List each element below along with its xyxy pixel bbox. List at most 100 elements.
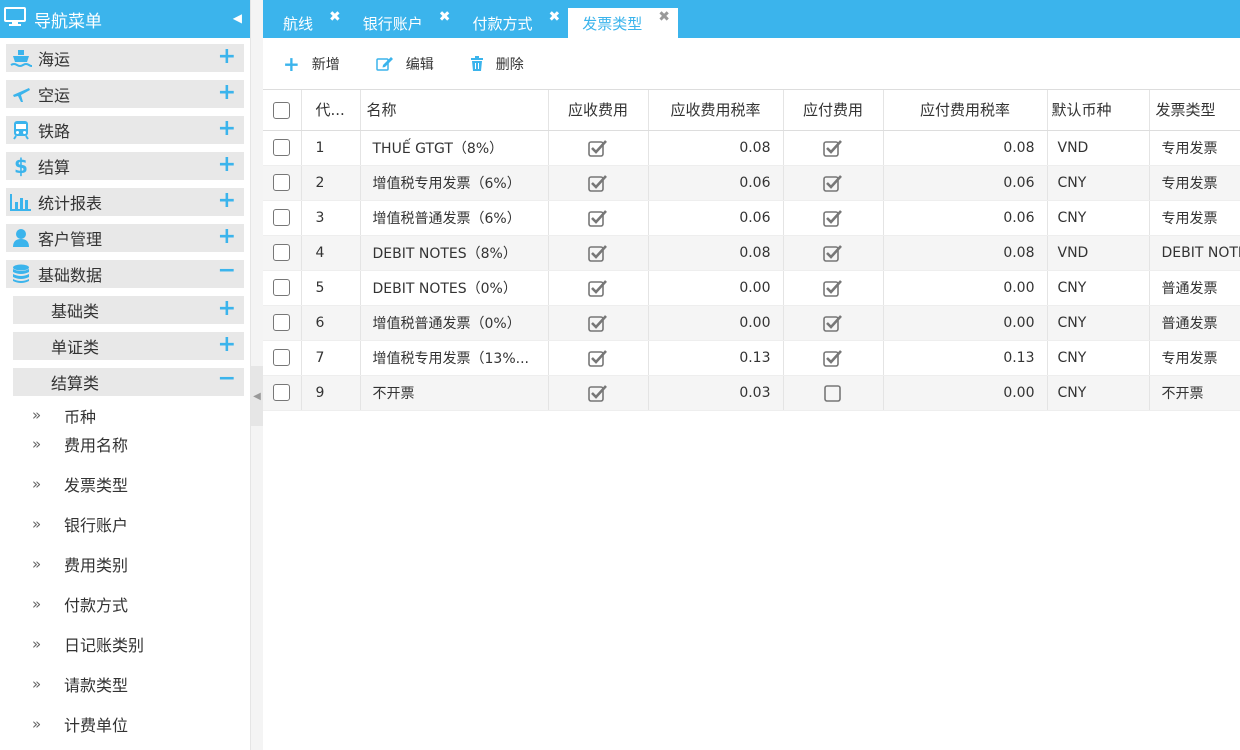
cell-name: 增值税普通发票（0%） <box>360 305 549 341</box>
submenu-item-document-class[interactable]: 单证类 + <box>13 332 244 360</box>
cell-payable-rate: 0.13 <box>883 340 1048 376</box>
expand-plus-icon[interactable]: + <box>218 118 236 140</box>
column-header-currency[interactable]: 默认币种 <box>1047 90 1150 131</box>
leaf-item[interactable]: » 请款类型 <box>6 664 244 704</box>
leaf-label: 银行账户 <box>64 516 129 535</box>
expand-plus-icon[interactable]: + <box>218 82 236 104</box>
row-checkbox[interactable] <box>273 279 291 296</box>
settlement-leaf-list: » 币种 » 费用名称 » 发票类型 » 银行账户 » 费用类别 » 付款方式 » 日记账类别… <box>6 396 244 744</box>
table-row[interactable]: 6 增值税普通发票（0%） 0.00 0.00 CNY 普通发票 <box>263 305 1240 341</box>
expand-plus-icon[interactable]: + <box>218 334 236 356</box>
row-checkbox[interactable] <box>273 174 291 191</box>
tab-routes[interactable]: 航线 ✖ <box>269 8 349 38</box>
column-header-invoice-type[interactable]: 发票类型 <box>1149 90 1240 131</box>
collapse-minus-icon[interactable]: − <box>218 368 236 390</box>
tab-invoice-types[interactable]: 发票类型 ✖ <box>568 8 678 38</box>
leaf-label: 付款方式 <box>64 596 129 615</box>
row-select-cell <box>263 340 302 376</box>
delete-button[interactable]: 删除 <box>470 54 524 74</box>
expand-plus-icon[interactable]: + <box>218 226 236 248</box>
sidebar-collapse-icon[interactable]: ◀ <box>233 11 242 25</box>
cell-payable <box>783 130 884 166</box>
tab-label: 付款方式 <box>472 14 533 33</box>
menu-item-basic-data[interactable]: 基础数据 − <box>6 260 244 288</box>
submenu-item-basic-class[interactable]: 基础类 + <box>13 296 244 324</box>
double-chevron-right-icon: » <box>32 595 42 613</box>
table-row[interactable]: 1 THUẾ GTGT（8%） 0.08 0.08 VND 专用发票 <box>263 130 1240 166</box>
cell-receivable-rate: 0.00 <box>648 305 784 341</box>
expand-plus-icon[interactable]: + <box>218 154 236 176</box>
row-select-cell <box>263 270 302 306</box>
row-checkbox[interactable] <box>273 209 291 226</box>
double-chevron-right-icon: » <box>32 475 42 493</box>
leaf-item[interactable]: » 费用名称 <box>6 424 244 464</box>
column-header-receivable-rate[interactable]: 应收费用税率 <box>648 90 784 131</box>
cell-receivable-rate: 0.06 <box>648 165 784 201</box>
double-chevron-right-icon: » <box>32 715 42 733</box>
menu-item-settlement[interactable]: $ 结算 + <box>6 152 244 180</box>
select-all-checkbox[interactable] <box>273 101 291 119</box>
cell-invoice-type: 专用发票 <box>1149 340 1240 376</box>
leaf-item[interactable]: » 发票类型 <box>6 464 244 504</box>
cell-receivable-rate: 0.13 <box>648 340 784 376</box>
table-row[interactable]: 5 DEBIT NOTES（0%） 0.00 0.00 CNY 普通发票 <box>263 270 1240 306</box>
table-row[interactable]: 4DEBIT NOTES（8%）0.080.08VNDDEBIT NOTES <box>263 235 1240 271</box>
column-header-payable-rate[interactable]: 应付费用税率 <box>883 90 1048 131</box>
column-header-name[interactable]: 名称 <box>360 90 549 131</box>
table-row[interactable]: 9 不开票 0.03 0.00 CNY 不开票 <box>263 375 1240 411</box>
close-icon[interactable]: ✖ <box>658 9 670 25</box>
monitor-icon <box>4 7 26 31</box>
leaf-item[interactable]: » 付款方式 <box>6 584 244 624</box>
cell-code: 7 <box>301 340 361 376</box>
add-button[interactable]: + 新增 <box>283 52 340 76</box>
row-checkbox[interactable] <box>273 244 291 261</box>
column-header-receivable[interactable]: 应收费用 <box>548 90 649 131</box>
menu-item-railway[interactable]: 铁路 + <box>6 116 244 144</box>
column-header-code[interactable]: 代... <box>301 90 361 131</box>
row-checkbox[interactable] <box>273 349 291 366</box>
menu-item-customers[interactable]: 客户管理 + <box>6 224 244 252</box>
menu-item-sea-freight[interactable]: 海运 + <box>6 44 244 72</box>
cell-payable <box>783 375 884 411</box>
tab-bank-accounts[interactable]: 银行账户 ✖ <box>349 8 459 38</box>
row-checkbox[interactable] <box>273 139 291 156</box>
collapse-minus-icon[interactable]: − <box>218 260 236 282</box>
submenu-item-settlement-class[interactable]: 结算类 − <box>13 368 244 396</box>
leaf-item[interactable]: » 日记账类别 <box>6 624 244 664</box>
close-icon[interactable]: ✖ <box>329 9 341 25</box>
table-row[interactable]: 2 增值税专用发票（6%） 0.06 0.06 CNY 专用发票 <box>263 165 1240 201</box>
leaf-item[interactable]: » 费用类别 <box>6 544 244 584</box>
menu-item-label: 铁路 <box>38 122 71 141</box>
double-chevron-right-icon: » <box>32 555 42 573</box>
menu-item-label: 海运 <box>38 50 71 69</box>
double-chevron-right-icon: » <box>32 675 42 693</box>
cell-name: 增值税专用发票（13%... <box>360 340 549 376</box>
unchecked-checkbox-icon <box>823 384 843 402</box>
database-icon <box>8 264 34 284</box>
cell-currency: CNY <box>1047 305 1150 341</box>
column-header-payable[interactable]: 应付费用 <box>783 90 884 131</box>
table-row[interactable]: 3 增值税普通发票（6%） 0.06 0.06 CNY 专用发票 <box>263 200 1240 236</box>
cell-currency: CNY <box>1047 340 1150 376</box>
cell-receivable-rate: 0.08 <box>648 235 784 271</box>
cell-name: 增值税专用发票（6%） <box>360 165 549 201</box>
leaf-item[interactable]: » 计费单位 <box>6 704 244 744</box>
expand-plus-icon[interactable]: + <box>218 190 236 212</box>
checked-checkbox-icon <box>823 244 843 262</box>
menu-item-reports[interactable]: 统计报表 + <box>6 188 244 216</box>
splitter-collapse-handle[interactable]: ◀ <box>251 366 263 426</box>
close-icon[interactable]: ✖ <box>549 9 561 25</box>
row-checkbox[interactable] <box>273 384 291 401</box>
expand-plus-icon[interactable]: + <box>218 298 236 320</box>
cell-receivable <box>548 130 649 166</box>
leaf-item[interactable]: » 币种 <box>6 396 244 424</box>
row-checkbox[interactable] <box>273 314 291 331</box>
menu-item-air-freight[interactable]: 空运 + <box>6 80 244 108</box>
expand-plus-icon[interactable]: + <box>218 46 236 68</box>
close-icon[interactable]: ✖ <box>439 9 451 25</box>
leaf-item[interactable]: » 银行账户 <box>6 504 244 544</box>
tab-payment-methods[interactable]: 付款方式 ✖ <box>459 8 569 38</box>
table-row[interactable]: 7 增值税专用发票（13%... 0.13 0.13 CNY 专用发票 <box>263 340 1240 376</box>
panel-splitter[interactable]: ◀ <box>250 0 263 750</box>
edit-button[interactable]: 编辑 <box>376 54 434 74</box>
